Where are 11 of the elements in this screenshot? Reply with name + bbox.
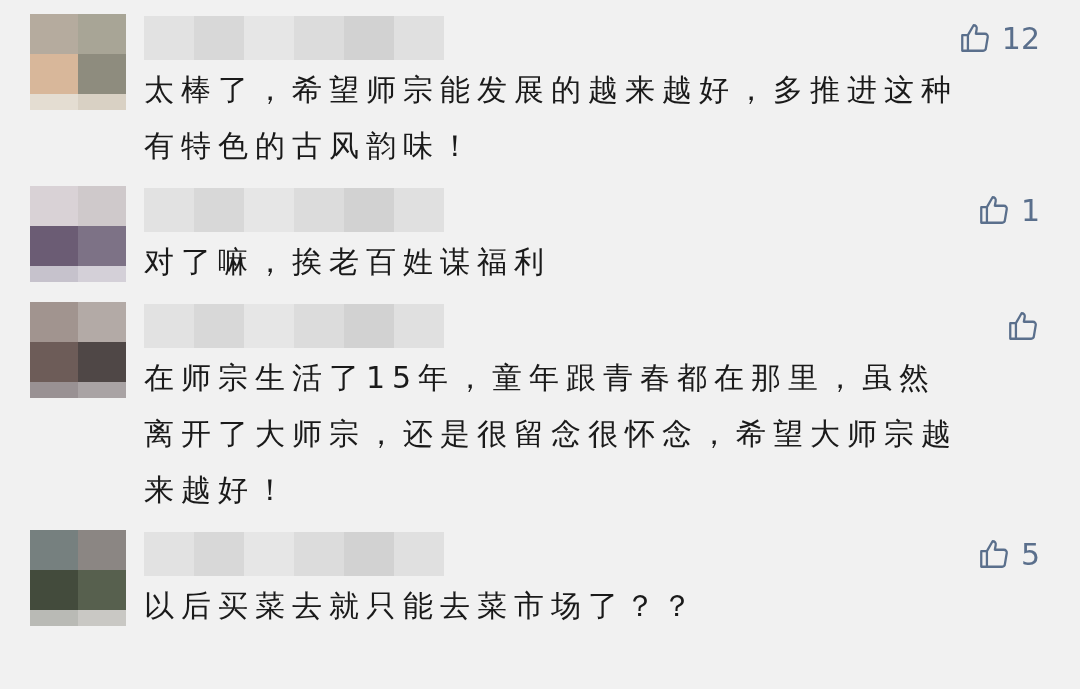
comment-text: 在师宗生活了15年，童年跟青春都在那里，虽然 bbox=[144, 359, 938, 397]
comment-text: 离开了大师宗，还是很留念很怀念，希望大师宗越 bbox=[144, 415, 959, 453]
like-count: 1 bbox=[1020, 191, 1040, 230]
thumbs-up-icon[interactable] bbox=[1006, 309, 1040, 343]
comment-text: 对了嘛，挨老百姓谋福利 bbox=[144, 243, 552, 281]
comment-text: 有特色的古风韵味！ bbox=[144, 127, 478, 165]
comment-text: 以后买菜去就只能去菜市场了？？ bbox=[144, 587, 700, 625]
like-count: 5 bbox=[1020, 535, 1040, 574]
comment-text: 来越好！ bbox=[144, 471, 293, 509]
like-count: 12 bbox=[1001, 19, 1040, 58]
comment-text: 太棒了，希望师宗能发展的越来越好，多推进这种 bbox=[144, 71, 959, 109]
